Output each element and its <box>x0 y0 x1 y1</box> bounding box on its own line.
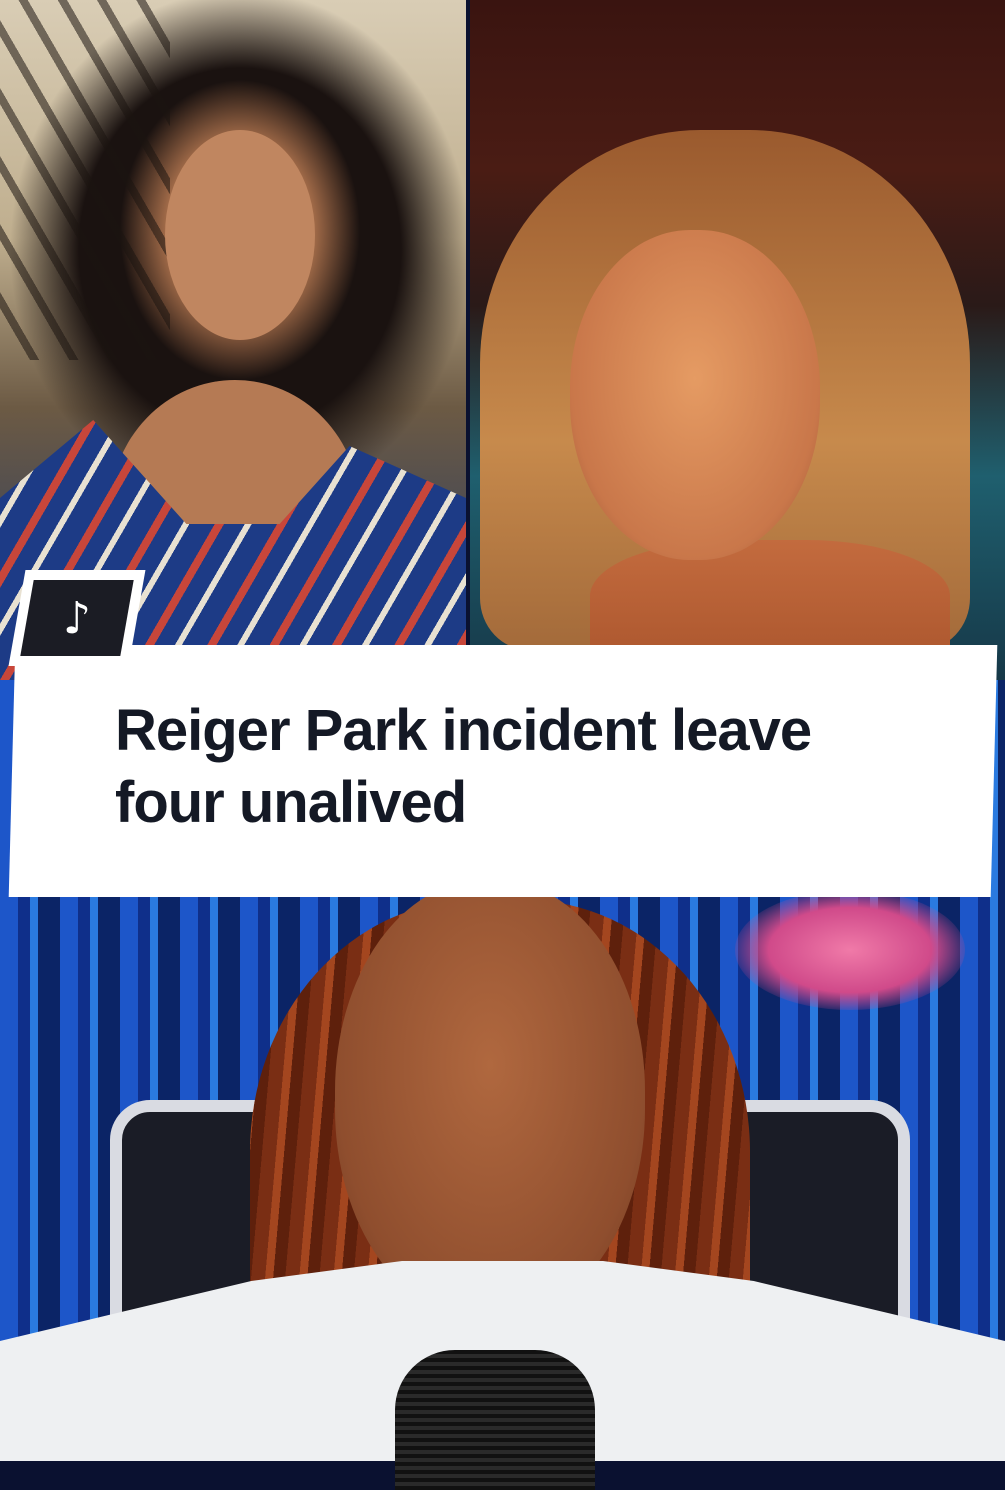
microphone <box>395 1350 595 1490</box>
face <box>165 130 315 340</box>
caption-line-1: Reiger Park incident leave <box>115 698 812 763</box>
face <box>335 880 645 1320</box>
photo-top-right <box>470 0 1005 680</box>
face <box>570 230 820 560</box>
window-grille <box>0 0 170 360</box>
caption-headline: Reiger Park incident leave four unalived <box>115 695 955 839</box>
caption-line-2: four unalived <box>115 770 467 835</box>
tiktok-icon: ♪ <box>62 592 92 644</box>
background-glow <box>735 890 965 1010</box>
logo-badge: ♪ <box>20 580 134 656</box>
